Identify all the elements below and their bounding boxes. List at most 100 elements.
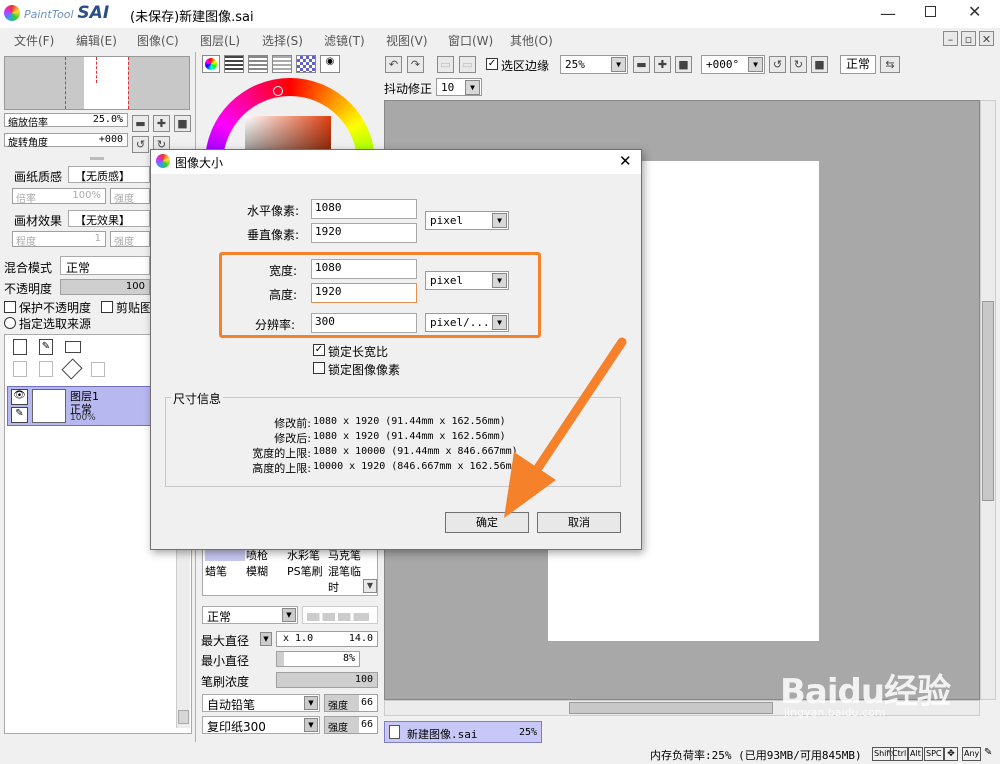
width-px-input[interactable]: 1080 — [311, 199, 417, 219]
navigator-preview[interactable] — [4, 56, 190, 110]
menu-file[interactable]: 文件(F) — [14, 32, 54, 49]
menu-other[interactable]: 其他(O) — [510, 32, 553, 49]
scratchpad-tab[interactable]: ◉ — [320, 55, 340, 73]
canvas-vscrollbar[interactable] — [980, 100, 996, 700]
zoom-select[interactable]: 25% ▼ — [560, 55, 628, 74]
redo-button[interactable]: ↷ — [407, 56, 424, 73]
brush-texture-select[interactable]: 复印纸300 ▼ — [202, 716, 320, 734]
menu-window[interactable]: 窗口(W) — [448, 32, 493, 49]
undo-button[interactable]: ↶ — [385, 56, 402, 73]
menu-view[interactable]: 视图(V) — [386, 32, 428, 49]
zoom-in-button[interactable]: ✚ — [153, 115, 170, 132]
rate-slider[interactable]: 倍率 100% — [12, 188, 106, 205]
vscroll-thumb[interactable] — [982, 301, 994, 501]
resolution-input[interactable]: 300 — [311, 313, 417, 333]
eye-icon[interactable]: 👁 — [11, 389, 28, 405]
rotate-slider[interactable]: 旋转角度 +000 — [4, 133, 128, 149]
brush-blur[interactable]: 模糊 — [246, 563, 286, 596]
doc-restore-button[interactable]: ▫ — [961, 31, 976, 46]
lock-aspect-checkbox[interactable]: ✓ — [313, 344, 325, 356]
strength2-slider[interactable]: 强度 — [110, 231, 150, 248]
minimize-button[interactable]: — — [880, 4, 896, 23]
deselect-button[interactable]: ▭ — [437, 56, 454, 73]
swatch-tab[interactable] — [296, 55, 316, 73]
height-px-label: 垂直像素: — [247, 228, 300, 242]
texture-strength-slider[interactable]: 强度 66 — [324, 716, 378, 734]
resolution-unit-value: pixel/... — [430, 316, 490, 329]
opacity-slider[interactable]: 100 — [60, 279, 150, 295]
brush-crayon[interactable]: 蜡笔 — [205, 563, 245, 596]
close-button[interactable]: ✕ — [968, 2, 981, 21]
brush-shape-presets[interactable] — [302, 606, 378, 624]
dialog-close-button[interactable]: ✕ — [619, 152, 632, 170]
toolbar-zoom-out-button[interactable]: ▬ — [633, 56, 650, 73]
blend-select[interactable]: 正常 — [60, 256, 150, 275]
paper-texture-select[interactable]: 【无质感】 — [68, 166, 150, 183]
zoom-reset-button[interactable]: ■ — [174, 115, 191, 132]
brush-mode-select[interactable]: 正常 ▼ — [202, 606, 298, 624]
view-mode-button[interactable]: 正常 — [840, 55, 876, 74]
delete-layer-icon[interactable] — [91, 362, 105, 377]
brush-shape-select[interactable]: 自动铅笔 ▼ — [202, 694, 320, 712]
panel-splitter[interactable] — [90, 157, 104, 160]
new-layer-icon[interactable] — [13, 339, 27, 355]
paper-effect-select[interactable]: 【无效果】 — [68, 210, 150, 227]
document-tab[interactable]: 新建图像.sai 25% — [384, 721, 542, 743]
copy-layer-icon[interactable] — [13, 361, 27, 377]
invert-selection-button[interactable]: ▭ — [459, 56, 476, 73]
toolbar-zoom-in-button[interactable]: ✚ — [654, 56, 671, 73]
degree-slider[interactable]: 程度 1 — [12, 231, 106, 248]
menu-edit[interactable]: 编辑(E) — [76, 32, 117, 49]
zoom-out-button[interactable]: ▬ — [132, 115, 149, 132]
hsv-slider-tab[interactable] — [248, 55, 268, 73]
flip-button[interactable]: ⇆ — [880, 56, 900, 73]
brush-expand-button[interactable]: ▼ — [363, 579, 377, 593]
protect-opacity-checkbox[interactable] — [4, 301, 16, 313]
stabilizer-select[interactable]: 10 ▼ — [436, 78, 482, 96]
new-linework-icon[interactable]: ✎ — [39, 339, 53, 355]
color-wheel-tab[interactable] — [202, 55, 220, 73]
menu-layer[interactable]: 图层(L) — [200, 32, 240, 49]
doc-minimize-button[interactable]: – — [943, 31, 958, 46]
lock-pixels-checkbox[interactable] — [313, 362, 325, 374]
unit-select[interactable]: pixel ▼ — [425, 271, 509, 290]
merge-down-icon[interactable] — [39, 361, 53, 377]
shape-strength-slider[interactable]: 强度 66 — [324, 694, 378, 712]
width-input[interactable]: 1080 — [311, 259, 417, 279]
pixel-unit-select[interactable]: pixel ▼ — [425, 211, 509, 230]
maximize-button[interactable] — [925, 6, 936, 17]
pen-lock-icon[interactable]: ✎ — [11, 407, 28, 423]
dialog-title: 图像大小 — [175, 156, 224, 170]
strength-slider[interactable]: 强度 — [110, 188, 150, 205]
min-size-slider[interactable]: 8% — [276, 651, 360, 667]
selection-source-radio[interactable] — [4, 317, 16, 329]
hscroll-thumb[interactable] — [569, 702, 773, 714]
doc-close-button[interactable]: ✕ — [979, 31, 994, 46]
density-slider[interactable]: 100 — [276, 672, 378, 688]
max-size-dropdown-icon[interactable]: ▼ — [260, 632, 272, 646]
gray-slider-tab[interactable] — [272, 55, 292, 73]
clear-layer-icon[interactable] — [61, 358, 83, 380]
hue-marker[interactable] — [273, 86, 283, 96]
toolbar-rotate-right-button[interactable]: ↻ — [790, 56, 807, 73]
protect-opacity-label: 保护不透明度 — [19, 301, 92, 315]
max-size-slider[interactable]: x 1.0 14.0 — [276, 631, 378, 647]
toolbar-zoom-reset-button[interactable]: ■ — [675, 56, 692, 73]
new-folder-icon[interactable] — [65, 341, 81, 353]
menu-image[interactable]: 图像(C) — [137, 32, 179, 49]
brush-mix-temp[interactable]: 混笔临时 — [328, 563, 362, 596]
rgb-slider-tab[interactable] — [224, 55, 244, 73]
rotate-left-button[interactable]: ↺ — [132, 136, 149, 153]
toolbar-rotate-left-button[interactable]: ↺ — [769, 56, 786, 73]
selection-edge-checkbox[interactable]: ✓ — [486, 58, 498, 70]
brush-ps[interactable]: PS笔刷 — [287, 563, 327, 596]
rotation-select[interactable]: +000° ▼ — [701, 55, 765, 74]
height-px-input[interactable]: 1920 — [311, 223, 417, 243]
height-input[interactable]: 1920 — [311, 283, 417, 303]
menu-filter[interactable]: 滤镜(T) — [324, 32, 365, 49]
opacity-value: 100 — [125, 281, 145, 292]
zoom-slider[interactable]: 缩放倍率 25.0% — [4, 113, 128, 129]
clipping-checkbox[interactable] — [101, 301, 113, 313]
menu-select[interactable]: 选择(S) — [262, 32, 303, 49]
toolbar-rotate-reset-button[interactable]: ■ — [811, 56, 828, 73]
